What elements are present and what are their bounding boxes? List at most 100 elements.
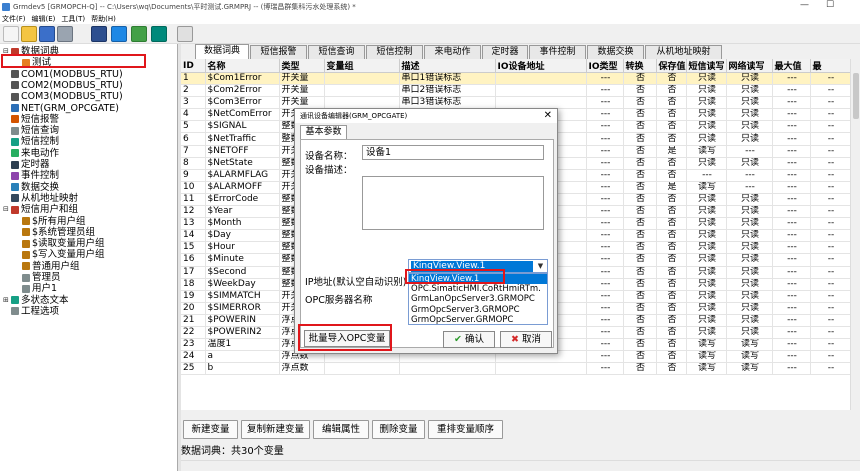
table-cell: 只读 <box>726 229 773 243</box>
table-cell: a <box>205 350 280 364</box>
tree-toggle[interactable]: ⊞ <box>3 295 10 306</box>
group-icon <box>22 228 30 237</box>
tree-item[interactable]: 管理员 <box>14 272 61 283</box>
tree-toggle[interactable]: ⊟ <box>3 204 10 215</box>
edit-attributes-button[interactable]: 编辑属性 <box>313 420 369 439</box>
column-header[interactable]: ID <box>181 59 206 73</box>
opc-server-option[interactable]: OPC.SimaticHMI.CoRtHmiRTm. <box>409 284 547 294</box>
tab-item[interactable]: 数据交换 <box>587 45 644 59</box>
tree-item[interactable]: 从机地址映射 <box>3 193 78 204</box>
column-header[interactable]: 最 <box>810 59 850 73</box>
tree-item[interactable]: 用户1 <box>14 283 57 294</box>
cancel-button[interactable]: ✖ 取消 <box>500 331 552 348</box>
column-header[interactable]: 转换 <box>623 59 657 73</box>
table-cell: 否 <box>656 120 687 134</box>
menu-help[interactable]: 帮助(H) <box>91 14 116 24</box>
tab-data-dictionary[interactable]: 数据词典 <box>195 44 249 59</box>
download-icon[interactable] <box>111 26 127 42</box>
tab-item[interactable]: 短信查询 <box>308 45 365 59</box>
table-cell: 14 <box>181 229 206 243</box>
table-cell: --- <box>772 169 811 182</box>
opc-server-option[interactable]: GrmOpcServer3.GRMOPC <box>409 305 547 315</box>
column-header[interactable]: 类型 <box>279 59 325 73</box>
tree-item[interactable]: 定时器 <box>3 159 50 170</box>
tree-item[interactable]: COM1(MODBUS_RTU) <box>3 69 123 80</box>
tree-item[interactable]: $读取变量用户组 <box>14 238 105 249</box>
tab-item[interactable]: 从机地址映射 <box>645 45 722 59</box>
column-header[interactable]: 短信读写 <box>686 59 727 73</box>
tree-item[interactable]: 工程选项 <box>3 306 59 317</box>
opc-server-option[interactable]: GrmLanOpcServer3.GRMOPC <box>409 294 547 304</box>
tree-item[interactable]: COM3(MODBUS_RTU) <box>3 91 123 102</box>
opc-server-option[interactable]: GrmOpcServer.GRMOPC <box>409 315 547 325</box>
menu-edit[interactable]: 编辑(E) <box>32 14 56 24</box>
device-name-input[interactable]: 设备1 <box>362 145 544 160</box>
column-header[interactable]: IO设备地址 <box>495 59 587 73</box>
table-cell: 否 <box>656 314 687 327</box>
scroll-thumb[interactable] <box>853 73 859 119</box>
grid-horizontal-scrollbar[interactable] <box>181 460 860 471</box>
table-cell: 只读 <box>726 302 773 315</box>
table-row[interactable]: 1 $Com1Error 开关量 串口1错误标志 --- 否否只读 只读 --- -- <box>181 72 850 86</box>
column-header[interactable]: IO类型 <box>586 59 624 73</box>
table-row[interactable]: 2 $Com2Error 开关量 串口2错误标志 --- 否否只读 只读 --- -- <box>181 84 850 98</box>
new-variable-button[interactable]: 新建变量 <box>183 420 238 439</box>
delete-variable-button[interactable]: 删除变量 <box>372 420 425 439</box>
tree-item[interactable]: $系统管理员组 <box>14 227 95 238</box>
table-cell: $Com1Error <box>205 72 280 86</box>
device-description-input[interactable] <box>362 176 544 230</box>
tree-item[interactable]: $所有用户组 <box>14 216 86 227</box>
table-row[interactable]: 3 $Com3Error 开关量 串口3错误标志 --- 否否只读 只读 --- -- <box>181 96 850 110</box>
opc-server-label: OPC服务器名称 <box>305 295 373 306</box>
new-file-icon[interactable] <box>3 26 19 42</box>
column-header[interactable]: 最大值 <box>772 59 811 73</box>
chevron-down-icon[interactable]: ▼ <box>535 261 546 272</box>
confirm-button[interactable]: ✔ 确认 <box>443 331 495 348</box>
open-folder-icon[interactable] <box>21 26 37 42</box>
grid-vertical-scrollbar[interactable] <box>850 59 860 410</box>
save-icon[interactable] <box>39 26 55 42</box>
upload-icon[interactable] <box>151 26 167 42</box>
tab-item[interactable]: 来电动作 <box>424 45 481 59</box>
tab-item[interactable]: 定时器 <box>482 45 528 59</box>
tree-item[interactable]: 来电动作 <box>3 148 59 159</box>
menu-file[interactable]: 文件(F) <box>2 14 26 24</box>
tree-item[interactable]: 短信报警 <box>3 114 59 125</box>
close-icon[interactable]: ✕ <box>544 109 552 123</box>
tree-item[interactable]: 短信控制 <box>3 136 59 147</box>
column-header[interactable]: 保存值 <box>656 59 687 73</box>
tree-item[interactable]: 数据交换 <box>3 182 59 193</box>
copy-new-variable-button[interactable]: 复制新建变量 <box>241 420 310 439</box>
column-header[interactable]: 变量组 <box>324 59 400 73</box>
tree-item[interactable]: NET(GRM_OPCGATE) <box>3 103 119 114</box>
tree-item[interactable]: 普通用户组 <box>14 261 80 272</box>
tab-item[interactable]: 短信控制 <box>366 45 423 59</box>
tree-item-label: 用户1 <box>32 283 58 295</box>
tree-item[interactable]: COM2(MODBUS_RTU) <box>3 80 123 91</box>
maximize-button[interactable]: ☐ <box>826 0 834 10</box>
tab-item[interactable]: 事件控制 <box>529 45 586 59</box>
tree-item[interactable]: ⊞ 多状态文本 <box>3 295 69 306</box>
search-icon[interactable] <box>177 26 193 42</box>
tab-basic-params[interactable]: 基本参数 <box>300 125 347 139</box>
tab-item[interactable]: 短信报警 <box>250 45 307 59</box>
serial-port-icon <box>11 70 19 79</box>
table-cell: -- <box>810 84 850 98</box>
compile-icon[interactable] <box>91 26 107 42</box>
batch-import-opc-button[interactable]: 批量导入OPC变量 <box>304 330 390 347</box>
column-header[interactable]: 描述 <box>399 59 496 73</box>
tree-item[interactable]: $写入变量用户组 <box>14 249 105 260</box>
tree-item[interactable]: 短信查询 <box>3 125 59 136</box>
menu-tools[interactable]: 工具(T) <box>61 14 85 24</box>
wrench-icon[interactable] <box>57 26 73 42</box>
reorder-variables-button[interactable]: 重排变量顺序 <box>428 420 503 439</box>
tree-item[interactable]: 事件控制 <box>3 170 59 181</box>
table-cell: 否 <box>623 314 657 327</box>
column-header[interactable]: 网络读写 <box>726 59 773 73</box>
table-row[interactable]: 25 b 浮点数 --- 否否读写 读写 --- -- <box>181 362 850 376</box>
connect-icon[interactable] <box>131 26 147 42</box>
column-header[interactable]: 名称 <box>205 59 280 73</box>
tree-item[interactable]: ⊟ 短信用户和组 <box>3 204 78 215</box>
table-cell: $NETOFF <box>205 145 280 158</box>
minimize-button[interactable]: — <box>800 0 809 10</box>
